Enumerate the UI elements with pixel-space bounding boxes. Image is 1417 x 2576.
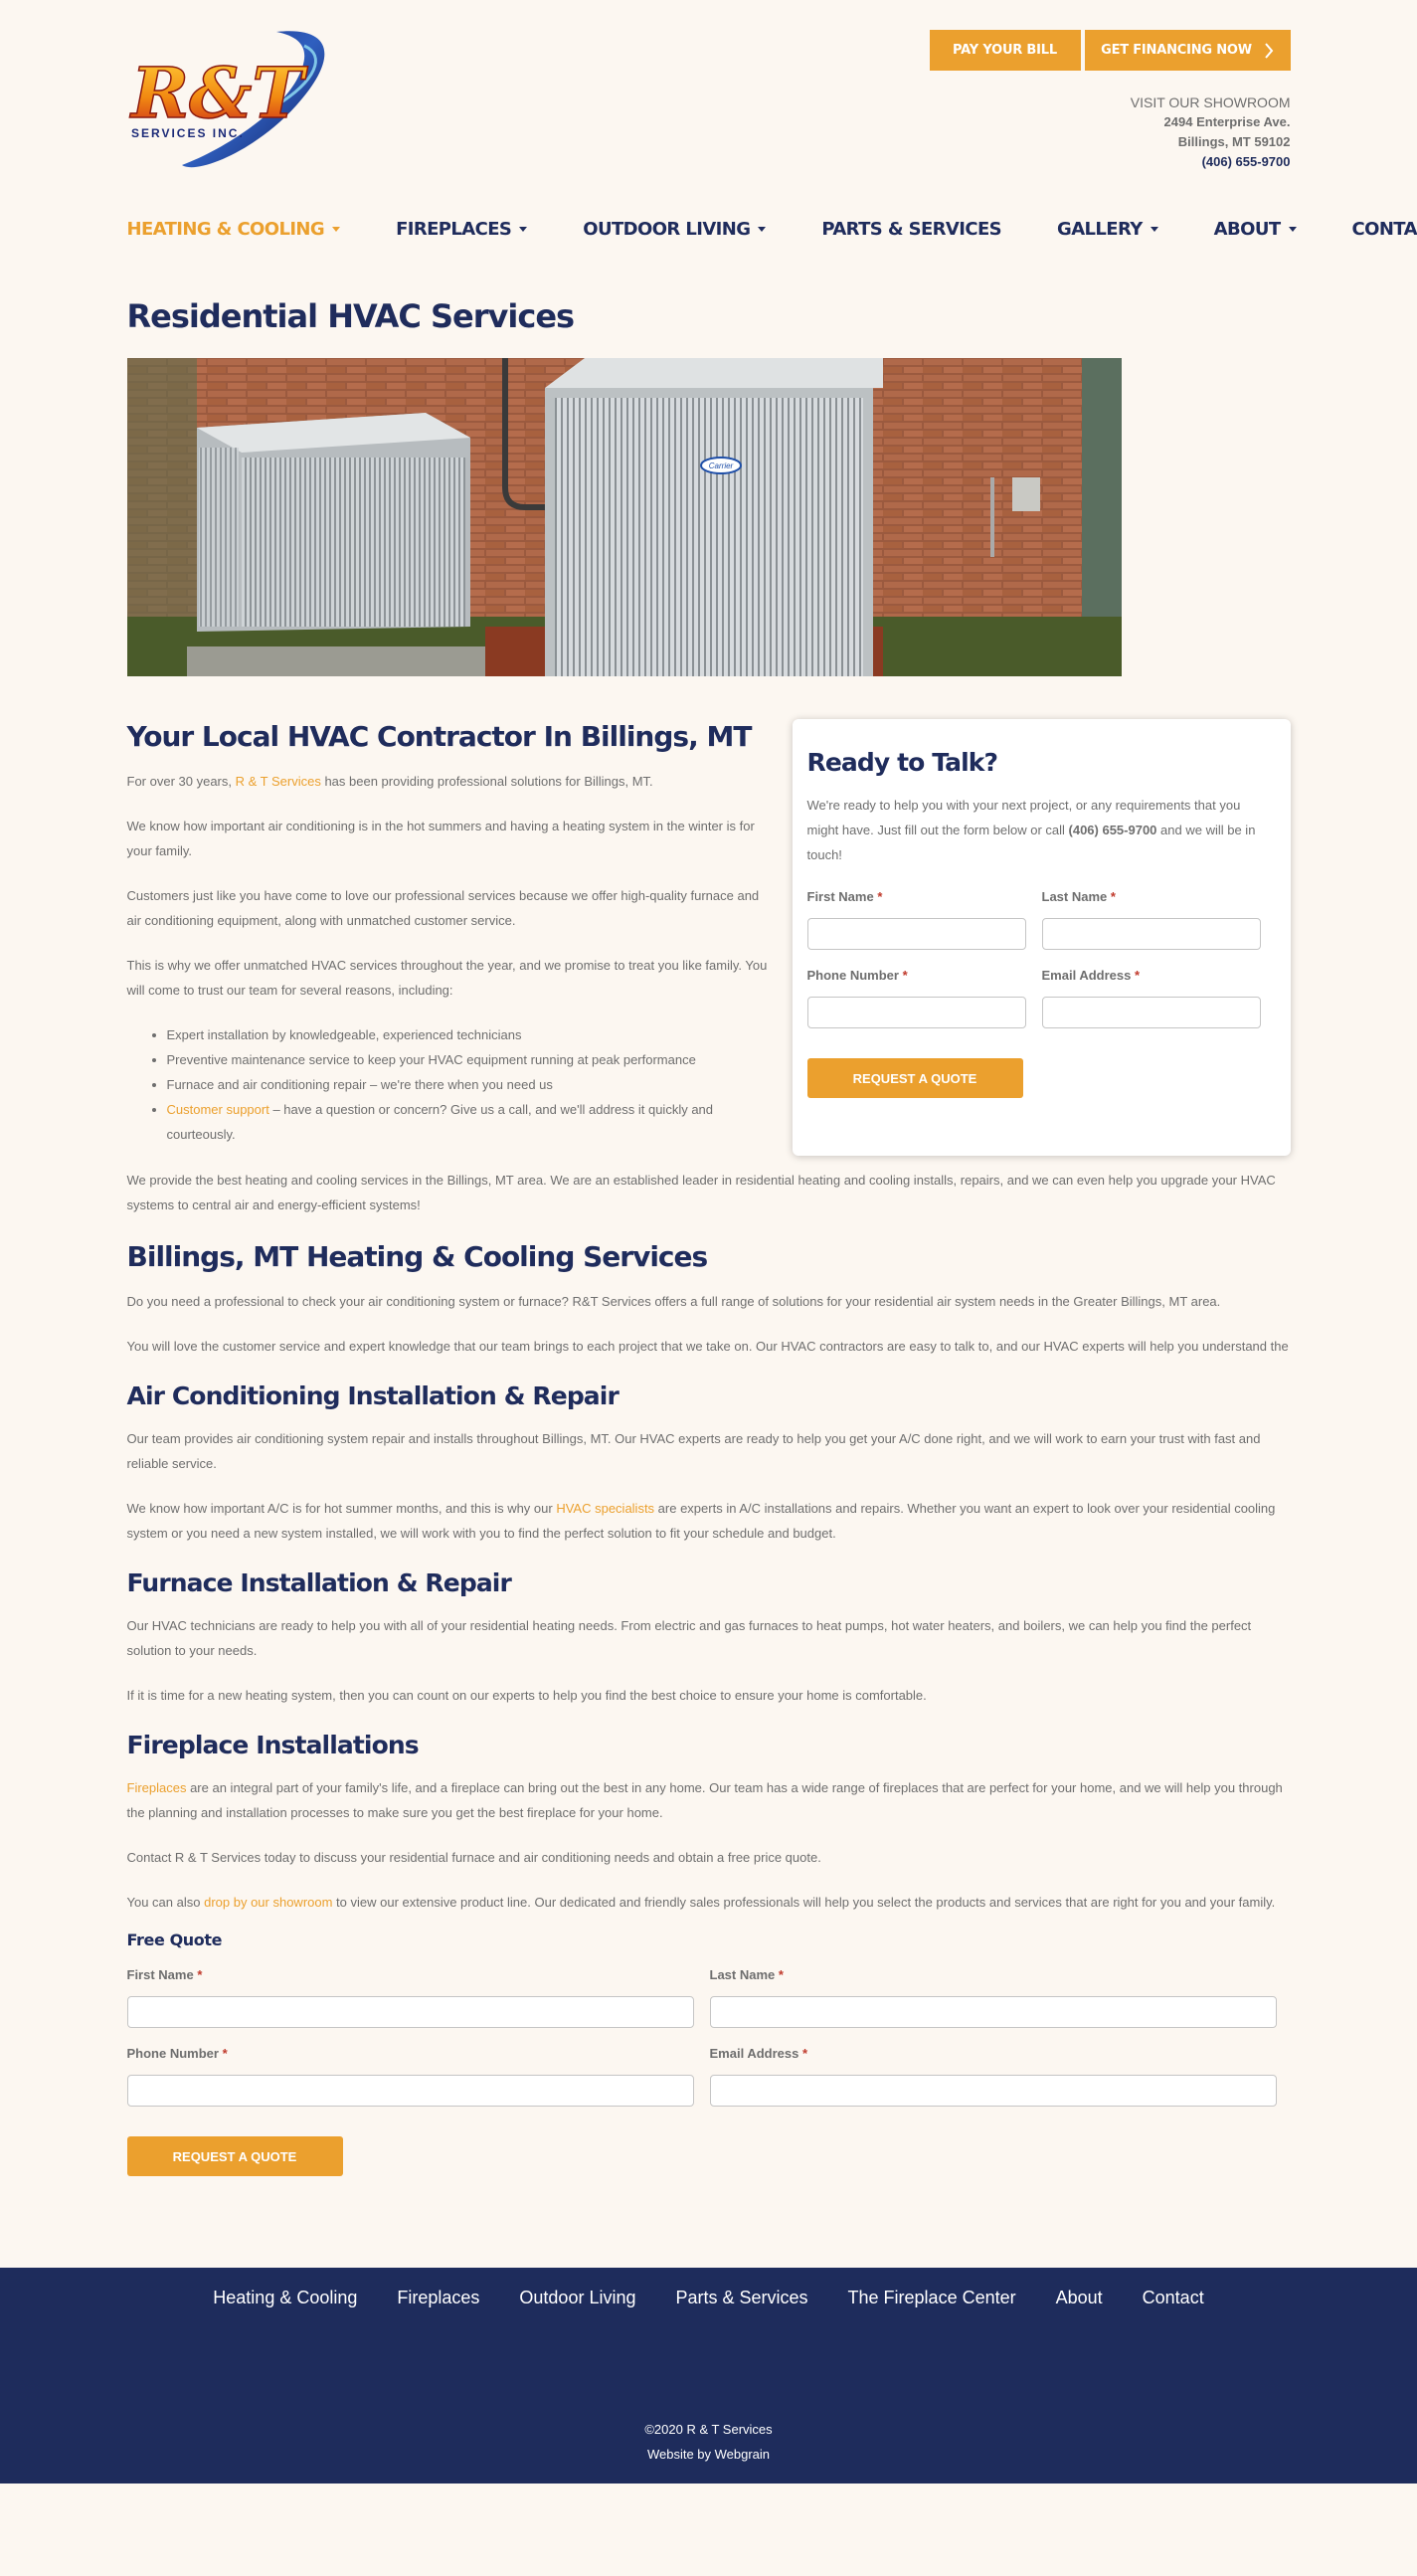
paragraph: We know how important A/C is for hot sum… — [126, 1501, 1276, 1541]
header-phone[interactable]: (406) 655-9700 — [1131, 152, 1291, 172]
footer-link-heating-cooling[interactable]: Heating & Cooling — [213, 2288, 357, 2308]
rt-services-link[interactable]: R & T Services — [236, 774, 321, 789]
paragraph: We provide the best heating and cooling … — [126, 1173, 1276, 1212]
rt-logo[interactable]: R&T SERVICES INC. — [127, 26, 336, 177]
list-item: Furnace and air conditioning repair – we… — [167, 1072, 774, 1097]
paragraph: Our team provides air conditioning syste… — [126, 1431, 1261, 1471]
first-name-field[interactable] — [126, 1996, 694, 2028]
address-line-2: Billings, MT 59102 — [1177, 134, 1291, 149]
phone-label: Phone Number * — [126, 2046, 228, 2061]
financing-label: GET FINANCING NOW — [1101, 43, 1252, 58]
paragraph: Fireplaces are an integral part of your … — [126, 1780, 1283, 1820]
last-name-field[interactable] — [1041, 918, 1261, 950]
reasons-list: Expert installation by knowledgeable, ex… — [167, 1022, 774, 1147]
showroom-link[interactable]: drop by our showroom — [204, 1895, 332, 1910]
svg-text:SERVICES INC.: SERVICES INC. — [131, 126, 245, 140]
first-name-label: First Name * — [126, 1967, 203, 1982]
pay-bill-button[interactable]: PAY YOUR BILL — [929, 30, 1081, 71]
email-field[interactable] — [709, 2075, 1277, 2107]
list-item: Preventive maintenance service to keep y… — [167, 1047, 774, 1072]
intro-section: Your Local HVAC Contractor In Billings, … — [127, 719, 774, 1156]
form-intro: We're ready to help you with your next p… — [806, 798, 1256, 862]
caret-down-icon — [758, 226, 767, 232]
webgrain-credit-link[interactable]: Website by Webgrain — [0, 2442, 1417, 2467]
showroom-info: VISIT OUR SHOWROOM 2494 Enterprise Ave. … — [1131, 92, 1291, 172]
section-title: Your Local HVAC Contractor In Billings, … — [126, 720, 753, 753]
paragraph: If it is time for a new heating system, … — [126, 1688, 927, 1703]
logo-letters: R&T — [129, 52, 308, 134]
paragraph: You will love the customer service and e… — [126, 1339, 1289, 1354]
last-name-label: Last Name * — [709, 1967, 784, 1982]
list-item: Customer support – have a question or co… — [167, 1097, 774, 1147]
footer-link-outdoor-living[interactable]: Outdoor Living — [519, 2288, 635, 2308]
caret-down-icon — [519, 226, 528, 232]
paragraph: This is why we offer unmatched HVAC serv… — [126, 958, 768, 998]
phone-field[interactable] — [126, 2075, 694, 2107]
caret-down-icon — [332, 226, 341, 232]
paragraph: We know how important air conditioning i… — [126, 819, 755, 858]
free-quote-title: Free Quote — [126, 1931, 223, 1949]
footer-link-fireplaces[interactable]: Fireplaces — [397, 2288, 479, 2308]
footer-link-parts-services[interactable]: Parts & Services — [675, 2288, 807, 2308]
paragraph: Contact R & T Services today to discuss … — [126, 1850, 821, 1865]
pay-bill-label: PAY YOUR BILL — [953, 43, 1057, 58]
footer-nav: Heating & Cooling Fireplaces Outdoor Liv… — [0, 2268, 1417, 2308]
free-quote-form: Free Quote First Name * Last Name * Phon… — [126, 1931, 1291, 2176]
site-header: R&T SERVICES INC. PAY YOUR BILL GET FINA… — [127, 0, 1291, 199]
last-name-label: Last Name * — [1041, 889, 1116, 904]
ready-to-talk-form: Ready to Talk? We're ready to help you w… — [792, 719, 1291, 1156]
nav-contact[interactable]: CONTACT — [1352, 219, 1417, 240]
main-nav: HEATING & COOLING FIREPLACES OUTDOOR LIV… — [127, 199, 1417, 259]
first-name-field[interactable] — [806, 918, 1026, 950]
request-quote-button[interactable]: REQUEST A QUOTE — [126, 2136, 343, 2176]
paragraph: Do you need a professional to check your… — [126, 1294, 1221, 1309]
showroom-label: VISIT OUR SHOWROOM — [1130, 94, 1291, 110]
hvac-specialists-link[interactable]: HVAC specialists — [556, 1501, 654, 1516]
list-item: Expert installation by knowledgeable, ex… — [167, 1022, 774, 1047]
paragraph: Customers just like you have come to lov… — [126, 888, 760, 928]
financing-button[interactable]: GET FINANCING NOW — [1084, 30, 1291, 71]
paragraph: Our HVAC technicians are ready to help y… — [126, 1618, 1252, 1658]
nav-heating-cooling[interactable]: HEATING & COOLING — [127, 219, 341, 240]
footer-link-contact[interactable]: Contact — [1143, 2288, 1204, 2308]
fireplaces-link[interactable]: Fireplaces — [127, 1780, 187, 1795]
email-label: Email Address * — [1041, 968, 1141, 983]
form-title: Ready to Talk? — [806, 748, 999, 777]
nav-fireplaces[interactable]: FIREPLACES — [396, 219, 528, 240]
caret-down-icon — [1288, 226, 1297, 232]
footer-link-about[interactable]: About — [1056, 2288, 1103, 2308]
email-label: Email Address * — [709, 2046, 808, 2061]
copyright: ©2020 R & T Services — [644, 2422, 773, 2437]
svg-text:Carrier: Carrier — [708, 461, 733, 470]
last-name-field[interactable] — [709, 1996, 1277, 2028]
form-phone[interactable]: (406) 655-9700 — [1069, 823, 1157, 837]
hero-image-ac-units: Carrier — [126, 358, 1122, 676]
paragraph: You can also drop by our showroom to vie… — [126, 1895, 1276, 1910]
intro-paragraph: For over 30 years, R & T Services has be… — [126, 774, 653, 789]
nav-gallery[interactable]: GALLERY — [1057, 219, 1158, 240]
nav-about[interactable]: ABOUT — [1214, 219, 1297, 240]
page-title: Residential HVAC Services — [126, 297, 576, 335]
request-quote-button[interactable]: REQUEST A QUOTE — [806, 1058, 1023, 1098]
address-line-1: 2494 Enterprise Ave. — [1163, 114, 1291, 129]
footer-link-fireplace-center[interactable]: The Fireplace Center — [848, 2288, 1016, 2308]
customer-support-link[interactable]: Customer support — [167, 1102, 269, 1117]
section-title: Furnace Installation & Repair — [126, 1568, 512, 1597]
caret-down-icon — [1150, 226, 1158, 232]
first-name-label: First Name * — [806, 889, 883, 904]
email-field[interactable] — [1041, 997, 1261, 1028]
section-title: Fireplace Installations — [126, 1731, 420, 1759]
chevron-right-icon — [1265, 42, 1274, 59]
section-title: Billings, MT Heating & Cooling Services — [126, 1240, 709, 1273]
phone-field[interactable] — [806, 997, 1026, 1028]
nav-outdoor-living[interactable]: OUTDOOR LIVING — [583, 219, 767, 240]
phone-label: Phone Number * — [806, 968, 908, 983]
site-footer: Heating & Cooling Fireplaces Outdoor Liv… — [0, 2268, 1417, 2484]
section-title: Air Conditioning Installation & Repair — [126, 1381, 620, 1410]
nav-parts-services[interactable]: PARTS & SERVICES — [821, 219, 1001, 240]
